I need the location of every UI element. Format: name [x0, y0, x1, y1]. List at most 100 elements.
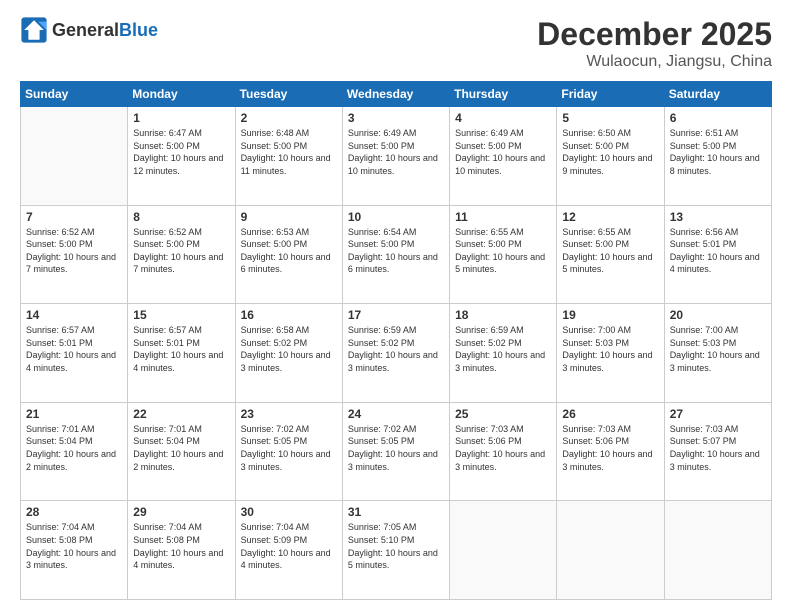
- cell-info: Sunrise: 6:59 AMSunset: 5:02 PMDaylight:…: [455, 325, 545, 373]
- col-friday: Friday: [557, 82, 664, 107]
- table-row: [450, 501, 557, 600]
- week-row-5: 28 Sunrise: 7:04 AMSunset: 5:08 PMDayligh…: [21, 501, 772, 600]
- day-number: 25: [455, 407, 551, 421]
- day-number: 2: [241, 111, 337, 125]
- table-row: 7 Sunrise: 6:52 AMSunset: 5:00 PMDaylight…: [21, 205, 128, 304]
- cell-info: Sunrise: 7:02 AMSunset: 5:05 PMDaylight:…: [348, 424, 438, 472]
- week-row-3: 14 Sunrise: 6:57 AMSunset: 5:01 PMDayligh…: [21, 304, 772, 403]
- cell-info: Sunrise: 7:04 AMSunset: 5:08 PMDaylight:…: [133, 522, 223, 570]
- cell-info: Sunrise: 6:54 AMSunset: 5:00 PMDaylight:…: [348, 227, 438, 275]
- table-row: 13Sunrise: 6:56 AMSunset: 5:01 PMDayligh…: [664, 205, 771, 304]
- logo: GeneralBlue: [20, 16, 158, 44]
- day-number: 24: [348, 407, 444, 421]
- week-row-1: 1 Sunrise: 6:47 AMSunset: 5:00 PMDaylight…: [21, 107, 772, 206]
- table-row: 16 Sunrise: 6:58 AMSunset: 5:02 PMDayligh…: [235, 304, 342, 403]
- day-number: 27: [670, 407, 766, 421]
- table-row: 20 Sunrise: 7:00 AMSunset: 5:03 PMDayligh…: [664, 304, 771, 403]
- table-row: 26Sunrise: 7:03 AMSunset: 5:06 PMDayligh…: [557, 402, 664, 501]
- table-row: 29 Sunrise: 7:04 AMSunset: 5:08 PMDayligh…: [128, 501, 235, 600]
- header: GeneralBlue December 2025 Wulaocun, Jian…: [20, 16, 772, 71]
- cell-info: Sunrise: 6:48 AMSunset: 5:00 PMDaylight:…: [241, 128, 331, 176]
- month-title: December 2025: [537, 16, 772, 53]
- table-row: [664, 501, 771, 600]
- calendar-table: Sunday Monday Tuesday Wednesday Thursday…: [20, 81, 772, 600]
- day-number: 28: [26, 505, 122, 519]
- table-row: 4 Sunrise: 6:49 AMSunset: 5:00 PMDaylight…: [450, 107, 557, 206]
- col-saturday: Saturday: [664, 82, 771, 107]
- cell-info: Sunrise: 7:00 AMSunset: 5:03 PMDaylight:…: [562, 325, 652, 373]
- cell-info: Sunrise: 6:49 AMSunset: 5:00 PMDaylight:…: [455, 128, 545, 176]
- table-row: [21, 107, 128, 206]
- page: GeneralBlue December 2025 Wulaocun, Jian…: [0, 0, 792, 612]
- cell-info: Sunrise: 7:03 AMSunset: 5:06 PMDaylight:…: [455, 424, 545, 472]
- table-row: 23 Sunrise: 7:02 AMSunset: 5:05 PMDayligh…: [235, 402, 342, 501]
- cell-info: Sunrise: 6:58 AMSunset: 5:02 PMDaylight:…: [241, 325, 331, 373]
- day-number: 29: [133, 505, 229, 519]
- week-row-4: 21 Sunrise: 7:01 AMSunset: 5:04 PMDayligh…: [21, 402, 772, 501]
- table-row: 28 Sunrise: 7:04 AMSunset: 5:08 PMDayligh…: [21, 501, 128, 600]
- cell-info: Sunrise: 7:01 AMSunset: 5:04 PMDaylight:…: [133, 424, 223, 472]
- location: Wulaocun, Jiangsu, China: [537, 53, 772, 71]
- col-wednesday: Wednesday: [342, 82, 449, 107]
- cell-info: Sunrise: 7:04 AMSunset: 5:09 PMDaylight:…: [241, 522, 331, 570]
- table-row: [557, 501, 664, 600]
- cell-info: Sunrise: 6:59 AMSunset: 5:02 PMDaylight:…: [348, 325, 438, 373]
- day-number: 18: [455, 308, 551, 322]
- cell-info: Sunrise: 6:49 AMSunset: 5:00 PMDaylight:…: [348, 128, 438, 176]
- table-row: 9 Sunrise: 6:53 AMSunset: 5:00 PMDaylight…: [235, 205, 342, 304]
- day-number: 31: [348, 505, 444, 519]
- logo-blue: Blue: [119, 20, 158, 40]
- table-row: 12Sunrise: 6:55 AMSunset: 5:00 PMDayligh…: [557, 205, 664, 304]
- table-row: 18 Sunrise: 6:59 AMSunset: 5:02 PMDayligh…: [450, 304, 557, 403]
- cell-info: Sunrise: 6:50 AMSunset: 5:00 PMDaylight:…: [562, 128, 652, 176]
- table-row: 1 Sunrise: 6:47 AMSunset: 5:00 PMDaylight…: [128, 107, 235, 206]
- day-number: 5: [562, 111, 658, 125]
- day-number: 23: [241, 407, 337, 421]
- day-number: 15: [133, 308, 229, 322]
- table-row: 19Sunrise: 7:00 AMSunset: 5:03 PMDayligh…: [557, 304, 664, 403]
- cell-info: Sunrise: 7:03 AMSunset: 5:07 PMDaylight:…: [670, 424, 760, 472]
- table-row: 2 Sunrise: 6:48 AMSunset: 5:00 PMDaylight…: [235, 107, 342, 206]
- cell-info: Sunrise: 6:51 AMSunset: 5:00 PMDaylight:…: [670, 128, 760, 176]
- table-row: 17 Sunrise: 6:59 AMSunset: 5:02 PMDayligh…: [342, 304, 449, 403]
- logo-text: GeneralBlue: [52, 20, 158, 41]
- day-number: 9: [241, 210, 337, 224]
- calendar-header-row: Sunday Monday Tuesday Wednesday Thursday…: [21, 82, 772, 107]
- title-block: December 2025 Wulaocun, Jiangsu, China: [537, 16, 772, 71]
- day-number: 7: [26, 210, 122, 224]
- cell-info: Sunrise: 6:52 AMSunset: 5:00 PMDaylight:…: [26, 227, 116, 275]
- cell-info: Sunrise: 7:04 AMSunset: 5:08 PMDaylight:…: [26, 522, 116, 570]
- cell-info: Sunrise: 6:55 AMSunset: 5:00 PMDaylight:…: [455, 227, 545, 275]
- cell-info: Sunrise: 6:57 AMSunset: 5:01 PMDaylight:…: [26, 325, 116, 373]
- col-sunday: Sunday: [21, 82, 128, 107]
- col-tuesday: Tuesday: [235, 82, 342, 107]
- cell-info: Sunrise: 6:57 AMSunset: 5:01 PMDaylight:…: [133, 325, 223, 373]
- cell-info: Sunrise: 7:02 AMSunset: 5:05 PMDaylight:…: [241, 424, 331, 472]
- cell-info: Sunrise: 6:53 AMSunset: 5:00 PMDaylight:…: [241, 227, 331, 275]
- cell-info: Sunrise: 6:47 AMSunset: 5:00 PMDaylight:…: [133, 128, 223, 176]
- table-row: 27 Sunrise: 7:03 AMSunset: 5:07 PMDayligh…: [664, 402, 771, 501]
- table-row: 11Sunrise: 6:55 AMSunset: 5:00 PMDayligh…: [450, 205, 557, 304]
- day-number: 17: [348, 308, 444, 322]
- day-number: 4: [455, 111, 551, 125]
- table-row: 15 Sunrise: 6:57 AMSunset: 5:01 PMDayligh…: [128, 304, 235, 403]
- table-row: 22Sunrise: 7:01 AMSunset: 5:04 PMDayligh…: [128, 402, 235, 501]
- day-number: 20: [670, 308, 766, 322]
- day-number: 8: [133, 210, 229, 224]
- table-row: 6Sunrise: 6:51 AMSunset: 5:00 PMDaylight…: [664, 107, 771, 206]
- day-number: 30: [241, 505, 337, 519]
- table-row: 24 Sunrise: 7:02 AMSunset: 5:05 PMDayligh…: [342, 402, 449, 501]
- table-row: 21Sunrise: 7:01 AMSunset: 5:04 PMDayligh…: [21, 402, 128, 501]
- table-row: 3 Sunrise: 6:49 AMSunset: 5:00 PMDaylight…: [342, 107, 449, 206]
- cell-info: Sunrise: 7:00 AMSunset: 5:03 PMDaylight:…: [670, 325, 760, 373]
- day-number: 21: [26, 407, 122, 421]
- table-row: 31Sunrise: 7:05 AMSunset: 5:10 PMDayligh…: [342, 501, 449, 600]
- day-number: 14: [26, 308, 122, 322]
- day-number: 3: [348, 111, 444, 125]
- col-monday: Monday: [128, 82, 235, 107]
- day-number: 1: [133, 111, 229, 125]
- table-row: 30 Sunrise: 7:04 AMSunset: 5:09 PMDayligh…: [235, 501, 342, 600]
- table-row: 14 Sunrise: 6:57 AMSunset: 5:01 PMDayligh…: [21, 304, 128, 403]
- day-number: 16: [241, 308, 337, 322]
- day-number: 12: [562, 210, 658, 224]
